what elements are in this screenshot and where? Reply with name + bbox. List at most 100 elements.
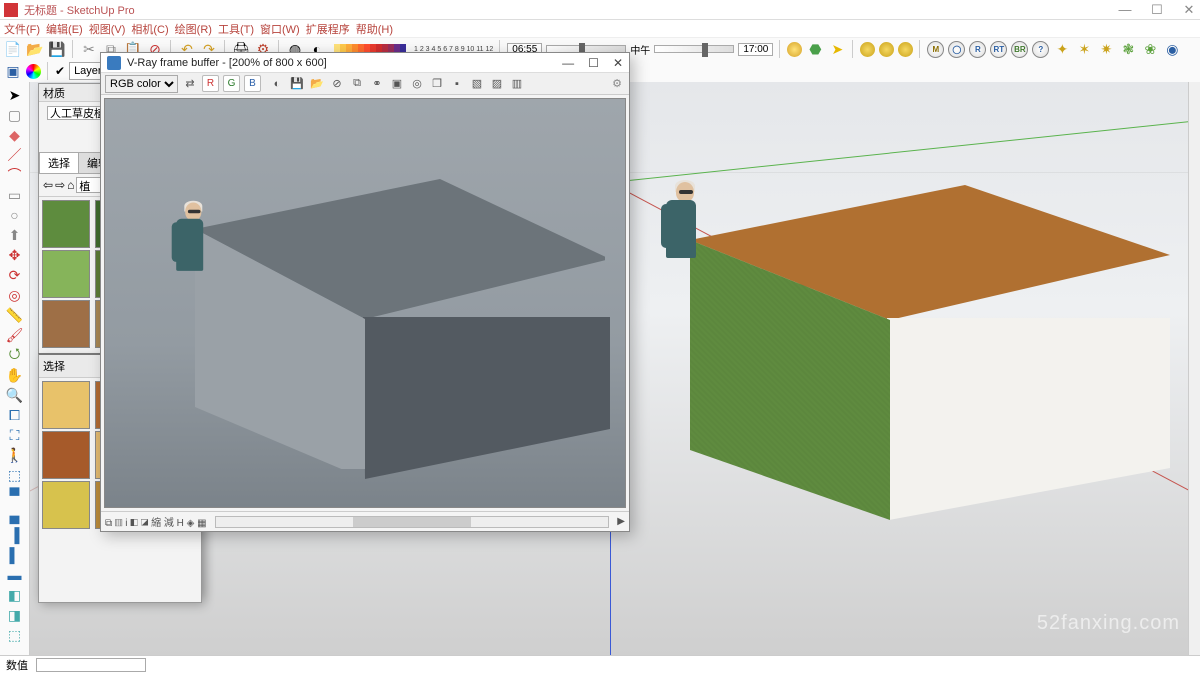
- vray-light-3[interactable]: ✷: [1097, 40, 1115, 58]
- vray-light-1[interactable]: ✦: [1053, 40, 1071, 58]
- vray-r-icon[interactable]: R: [969, 41, 986, 58]
- vray-rt-icon[interactable]: RT: [990, 41, 1007, 58]
- zoom-icon[interactable]: 🔍: [4, 386, 26, 404]
- vray-maximize-button[interactable]: ☐: [588, 56, 599, 70]
- vray-frame-buffer-window[interactable]: V-Ray frame buffer - [200% of 800 x 600]…: [100, 52, 630, 532]
- menu-camera[interactable]: 相机(C): [131, 21, 168, 37]
- vray-stop-icon[interactable]: ▪: [449, 76, 465, 92]
- cut-icon[interactable]: ✂: [80, 40, 98, 58]
- vray-scroll-right[interactable]: ▶: [617, 516, 625, 527]
- vray-help-icon[interactable]: ?: [1032, 41, 1049, 58]
- vray-channel-select[interactable]: RGB color: [105, 75, 178, 93]
- model-box[interactable]: [655, 185, 1175, 605]
- vray-color-icon[interactable]: [26, 64, 41, 79]
- layer-check[interactable]: ✔: [55, 64, 65, 78]
- vray-br-icon[interactable]: BR: [1011, 41, 1028, 58]
- pan-icon[interactable]: ✋: [4, 366, 26, 384]
- open-icon[interactable]: 📂: [26, 40, 44, 58]
- vray-proxy-1[interactable]: ❃: [1119, 40, 1137, 58]
- left-icon[interactable]: ▬: [4, 566, 26, 584]
- vray-render-view[interactable]: [104, 98, 626, 508]
- vray-clear-icon[interactable]: ⊘: [329, 76, 345, 92]
- rotate-icon[interactable]: ⟳: [4, 266, 26, 284]
- vray-proxy-2[interactable]: ❀: [1141, 40, 1159, 58]
- zoom-window-icon[interactable]: ⧠: [4, 406, 26, 424]
- menu-window[interactable]: 窗口(W): [260, 21, 300, 37]
- vray-clone-icon[interactable]: ⧉: [349, 76, 365, 92]
- time-slider-2[interactable]: [654, 45, 734, 53]
- measurement-input[interactable]: [36, 658, 146, 672]
- vray-m-icon[interactable]: M: [927, 41, 944, 58]
- offset2-icon[interactable]: ◎: [4, 286, 26, 304]
- material-swatch[interactable]: [42, 200, 90, 248]
- line-icon[interactable]: ／: [4, 146, 26, 164]
- vray-mono-icon[interactable]: ◐: [269, 76, 285, 92]
- material-swatch[interactable]: [42, 250, 90, 298]
- vray-track-icon[interactable]: ◎: [409, 76, 425, 92]
- paint2-icon[interactable]: 🖌: [4, 326, 26, 344]
- right-icon[interactable]: ▐: [4, 526, 26, 544]
- menu-draw[interactable]: 绘图(R): [175, 21, 212, 37]
- materials-tab-select[interactable]: 选择: [39, 152, 79, 173]
- top-icon[interactable]: ▀: [4, 486, 26, 504]
- wood-swatch[interactable]: [42, 431, 90, 479]
- vray-sphere-2[interactable]: [879, 42, 894, 57]
- vray-swap-icon[interactable]: ⇄: [182, 76, 198, 92]
- vray-r-button[interactable]: R: [202, 75, 219, 92]
- arrow-icon[interactable]: ➤: [828, 40, 846, 58]
- menu-view[interactable]: 视图(V): [89, 21, 126, 37]
- front-icon[interactable]: ▄: [4, 506, 26, 524]
- close-button[interactable]: ✕: [1182, 2, 1196, 18]
- arc-icon[interactable]: ⌒: [4, 166, 26, 184]
- wood-swatch[interactable]: [42, 381, 90, 429]
- menu-tools[interactable]: 工具(T): [218, 21, 254, 37]
- vray-save-icon[interactable]: 💾: [289, 76, 305, 92]
- vray-light-2[interactable]: ✶: [1075, 40, 1093, 58]
- mat-home-icon[interactable]: ⌂: [67, 178, 74, 192]
- orbit-icon[interactable]: ⭯: [4, 346, 26, 364]
- shape-icon[interactable]: ▭: [4, 186, 26, 204]
- geo-icon[interactable]: ⬣: [806, 40, 824, 58]
- vray-frame-icon[interactable]: ▣: [4, 62, 22, 80]
- vray-close-button[interactable]: ✕: [613, 56, 623, 70]
- iso-icon[interactable]: ⬚: [4, 466, 26, 484]
- vray-curve-icon[interactable]: ▨: [489, 76, 505, 92]
- vray-link-icon[interactable]: ⚭: [369, 76, 385, 92]
- xray-icon[interactable]: ◨: [4, 606, 26, 624]
- tape2-icon[interactable]: 📏: [4, 306, 26, 324]
- vray-minimize-button[interactable]: —: [562, 56, 574, 70]
- vray-settings-icon[interactable]: ⚙: [609, 76, 625, 92]
- menu-file[interactable]: 文件(F): [4, 21, 40, 37]
- minimize-button[interactable]: —: [1118, 2, 1132, 18]
- menu-edit[interactable]: 编辑(E): [46, 21, 83, 37]
- scale-figure[interactable]: [648, 182, 708, 352]
- vray-b-button[interactable]: B: [244, 75, 261, 92]
- sun-icon[interactable]: [787, 42, 802, 57]
- time-end[interactable]: 17:00: [738, 43, 773, 56]
- vray-sphere-3[interactable]: [898, 42, 913, 57]
- box-icon[interactable]: ▢: [4, 106, 26, 124]
- move-icon[interactable]: ✥: [4, 246, 26, 264]
- pushpull2-icon[interactable]: ⬆: [4, 226, 26, 244]
- vray-g-button[interactable]: G: [223, 75, 240, 92]
- menu-help[interactable]: 帮助(H): [356, 21, 393, 37]
- vray-correct-icon[interactable]: ▧: [469, 76, 485, 92]
- save-icon[interactable]: 💾: [48, 40, 66, 58]
- box-right-face[interactable]: [887, 318, 1172, 598]
- circle-icon[interactable]: ○: [4, 206, 26, 224]
- vray-load-icon[interactable]: 📂: [309, 76, 325, 92]
- vray-dome-icon[interactable]: ◉: [1163, 40, 1181, 58]
- wireframe-icon[interactable]: ⬚: [4, 626, 26, 644]
- new-icon[interactable]: 📄: [4, 40, 22, 58]
- wood-swatch[interactable]: [42, 481, 90, 529]
- vray-region-icon[interactable]: ▣: [389, 76, 405, 92]
- vray-h-scrollbar[interactable]: [215, 516, 610, 528]
- vray-duplicate-icon[interactable]: ❐: [429, 76, 445, 92]
- vray-sphere-1[interactable]: [860, 42, 875, 57]
- back-icon[interactable]: ▌: [4, 546, 26, 564]
- select-icon[interactable]: ➤: [4, 86, 26, 104]
- zoom-extents-icon[interactable]: ⛶: [4, 426, 26, 444]
- vray-o-icon[interactable]: ◯: [948, 41, 965, 58]
- walk-icon[interactable]: 🚶: [4, 446, 26, 464]
- face-style-icon[interactable]: ◧: [4, 586, 26, 604]
